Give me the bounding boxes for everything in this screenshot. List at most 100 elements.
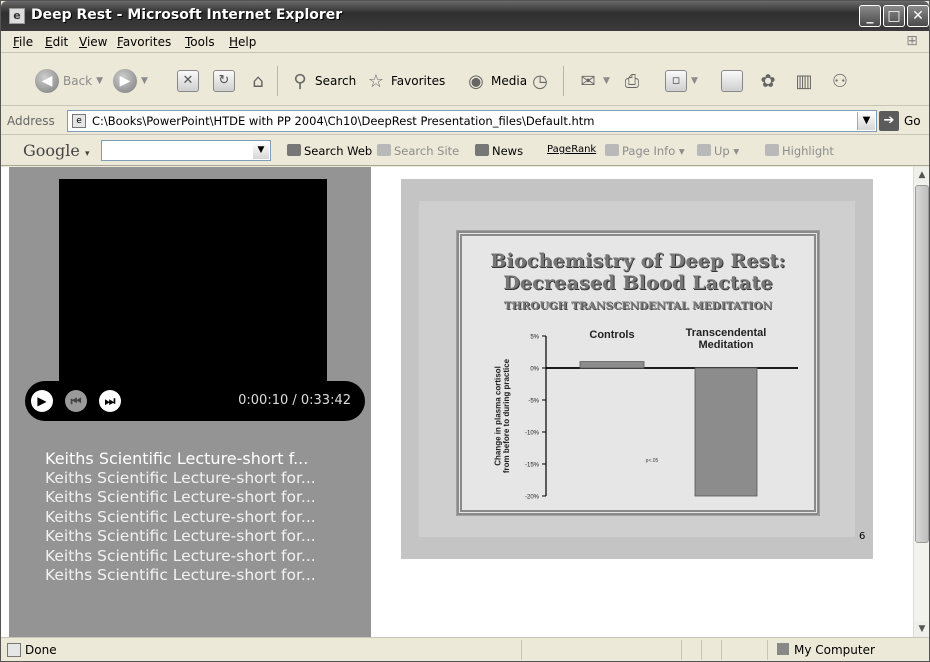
menu-file[interactable]: File — [13, 35, 33, 49]
category-label: Controls — [589, 329, 634, 341]
status-pane — [681, 640, 682, 660]
vertical-scrollbar[interactable]: ▲ ▼ — [913, 167, 929, 637]
address-input[interactable]: e C:\Books\PowerPoint\HTDE with PP 2004\… — [67, 110, 877, 132]
maximize-button[interactable]: □ — [883, 5, 905, 27]
slide-title-line2: Decreased Blood Lactate — [503, 272, 773, 294]
page-info-button[interactable]: Page Info ▾ — [605, 144, 685, 158]
home-icon: ⌂ — [252, 70, 264, 92]
star-icon: ☆ — [367, 70, 385, 92]
title-bar[interactable]: e Deep Rest - Microsoft Internet Explore… — [1, 1, 929, 31]
status-text: Done — [25, 643, 57, 657]
discuss-icon — [721, 70, 743, 92]
computer-icon — [777, 643, 789, 655]
status-pane — [521, 640, 522, 660]
scroll-down-icon[interactable]: ▼ — [914, 621, 929, 637]
search-label: Search — [315, 74, 357, 88]
refresh-button[interactable]: ↻ — [213, 68, 235, 94]
previous-button[interactable]: ⏮ — [65, 390, 87, 412]
home-button[interactable]: ⌂ — [247, 68, 269, 94]
category-label-line: Meditation — [699, 339, 754, 351]
bar — [694, 367, 758, 497]
address-dropdown-icon[interactable]: ▼ — [857, 112, 875, 130]
bug-button[interactable]: ✿ — [757, 68, 779, 94]
research-button[interactable]: ▥ — [793, 68, 815, 94]
menu-view[interactable]: View — [79, 35, 107, 49]
search-site-button[interactable]: Search Site — [377, 144, 459, 158]
scroll-thumb[interactable] — [915, 185, 929, 543]
y-tick-label: -5% — [528, 399, 539, 405]
back-button[interactable]: ◀ Back ▼ — [35, 68, 103, 94]
y-tick-label: 5% — [530, 335, 539, 341]
search-button[interactable]: ⚲ Search — [289, 68, 356, 94]
news-button[interactable]: News — [475, 144, 523, 158]
playlist-item[interactable]: Keiths Scientific Lecture-short f... — [45, 449, 371, 469]
status-pane — [767, 640, 768, 660]
status-pane — [721, 640, 722, 660]
windows-logo-icon: ⊞ — [906, 33, 918, 49]
edit-button[interactable]: ▫ ▼ — [665, 68, 698, 94]
go-button[interactable]: Go — [904, 114, 921, 128]
discuss-button[interactable] — [721, 68, 743, 94]
close-button[interactable]: ✕ — [907, 5, 929, 27]
mail-button[interactable]: ✉ ▼ — [577, 68, 610, 94]
play-button[interactable]: ▶ — [31, 390, 53, 412]
playlist-item[interactable]: Keiths Scientific Lecture-short for... — [45, 469, 371, 489]
address-url: C:\Books\PowerPoint\HTDE with PP 2004\Ch… — [92, 114, 595, 128]
go-arrow-icon[interactable]: ➔ — [879, 111, 899, 131]
ladybug-icon: ✿ — [760, 70, 776, 92]
browser-window: e Deep Rest - Microsoft Internet Explore… — [0, 0, 930, 662]
messenger-icon: ⚇ — [831, 70, 849, 92]
messenger-button[interactable]: ⚇ — [829, 68, 851, 94]
history-icon: ◷ — [532, 70, 548, 92]
favorites-button[interactable]: ☆ Favorites — [365, 68, 445, 94]
search-web-button[interactable]: Search Web — [287, 144, 372, 158]
up-button[interactable]: Up ▾ — [697, 144, 739, 158]
slide-title-line1: Biochemistry of Deep Rest: — [490, 250, 786, 272]
menu-tools[interactable]: Tools — [185, 35, 215, 49]
playlist-item[interactable]: Keiths Scientific Lecture-short for... — [45, 488, 371, 508]
google-search-dropdown-icon[interactable]: ▼ — [253, 142, 269, 159]
menu-favorites[interactable]: Favorites — [117, 35, 171, 49]
forward-dropdown-icon: ▼ — [141, 76, 148, 86]
page-icon: e — [72, 114, 86, 128]
playlist-item[interactable]: Keiths Scientific Lecture-short for... — [45, 566, 371, 586]
mail-dropdown-icon: ▼ — [603, 76, 610, 86]
playlist-item[interactable]: Keiths Scientific Lecture-short for... — [45, 527, 371, 547]
media-button[interactable]: ◉ Media — [465, 68, 527, 94]
history-button[interactable]: ◷ — [529, 68, 551, 94]
google-logo[interactable]: Google ▾ — [23, 141, 90, 160]
next-button[interactable]: ⏭ — [99, 390, 121, 412]
slide-chart: Change in plasma cortisolfrom before to … — [493, 327, 798, 501]
playlist-item[interactable]: Keiths Scientific Lecture-short for... — [45, 508, 371, 528]
info-icon — [605, 144, 619, 156]
google-toolbar: Google ▾ ▼ Search Web Search Site News P… — [1, 136, 929, 166]
media-panel: ▶ ⏮ ⏭ 0:00:10 / 0:33:42 Keiths Scientifi… — [9, 167, 371, 637]
video-area[interactable] — [59, 179, 327, 381]
menu-edit[interactable]: Edit — [45, 35, 68, 49]
toolbar-separator — [277, 66, 278, 96]
highlighter-icon — [765, 144, 779, 156]
page-status-icon — [7, 643, 21, 657]
back-arrow-icon: ◀ — [35, 69, 59, 93]
y-tick-label: -10% — [525, 431, 540, 437]
google-search-input[interactable]: ▼ — [101, 140, 271, 161]
menu-help[interactable]: Help — [229, 35, 256, 49]
pagerank-indicator[interactable]: PageRank — [547, 144, 596, 155]
forward-button[interactable]: ▶ ▼ — [113, 68, 148, 94]
refresh-icon: ↻ — [213, 70, 235, 92]
print-icon: ⎙ — [624, 70, 640, 92]
print-button[interactable]: ⎙ — [621, 68, 643, 94]
player-controls: ▶ ⏮ ⏭ 0:00:10 / 0:33:42 — [25, 381, 365, 421]
media-label: Media — [491, 74, 528, 88]
folder-up-icon — [697, 144, 711, 156]
address-label: Address — [7, 114, 55, 128]
stop-button[interactable]: ✕ — [177, 68, 199, 94]
slide-title: Biochemistry of Deep Rest: Decreased Blo… — [462, 250, 814, 294]
category-label-line: Transcendental — [686, 327, 767, 339]
highlight-button[interactable]: Highlight — [765, 144, 834, 158]
slide-subtitle: THROUGH TRANSCENDENTAL MEDITATION — [503, 300, 773, 312]
playlist-item[interactable]: Keiths Scientific Lecture-short for... — [45, 547, 371, 567]
minimize-button[interactable]: _ — [859, 5, 881, 27]
scroll-up-icon[interactable]: ▲ — [914, 167, 929, 183]
forward-arrow-icon: ▶ — [113, 69, 137, 93]
